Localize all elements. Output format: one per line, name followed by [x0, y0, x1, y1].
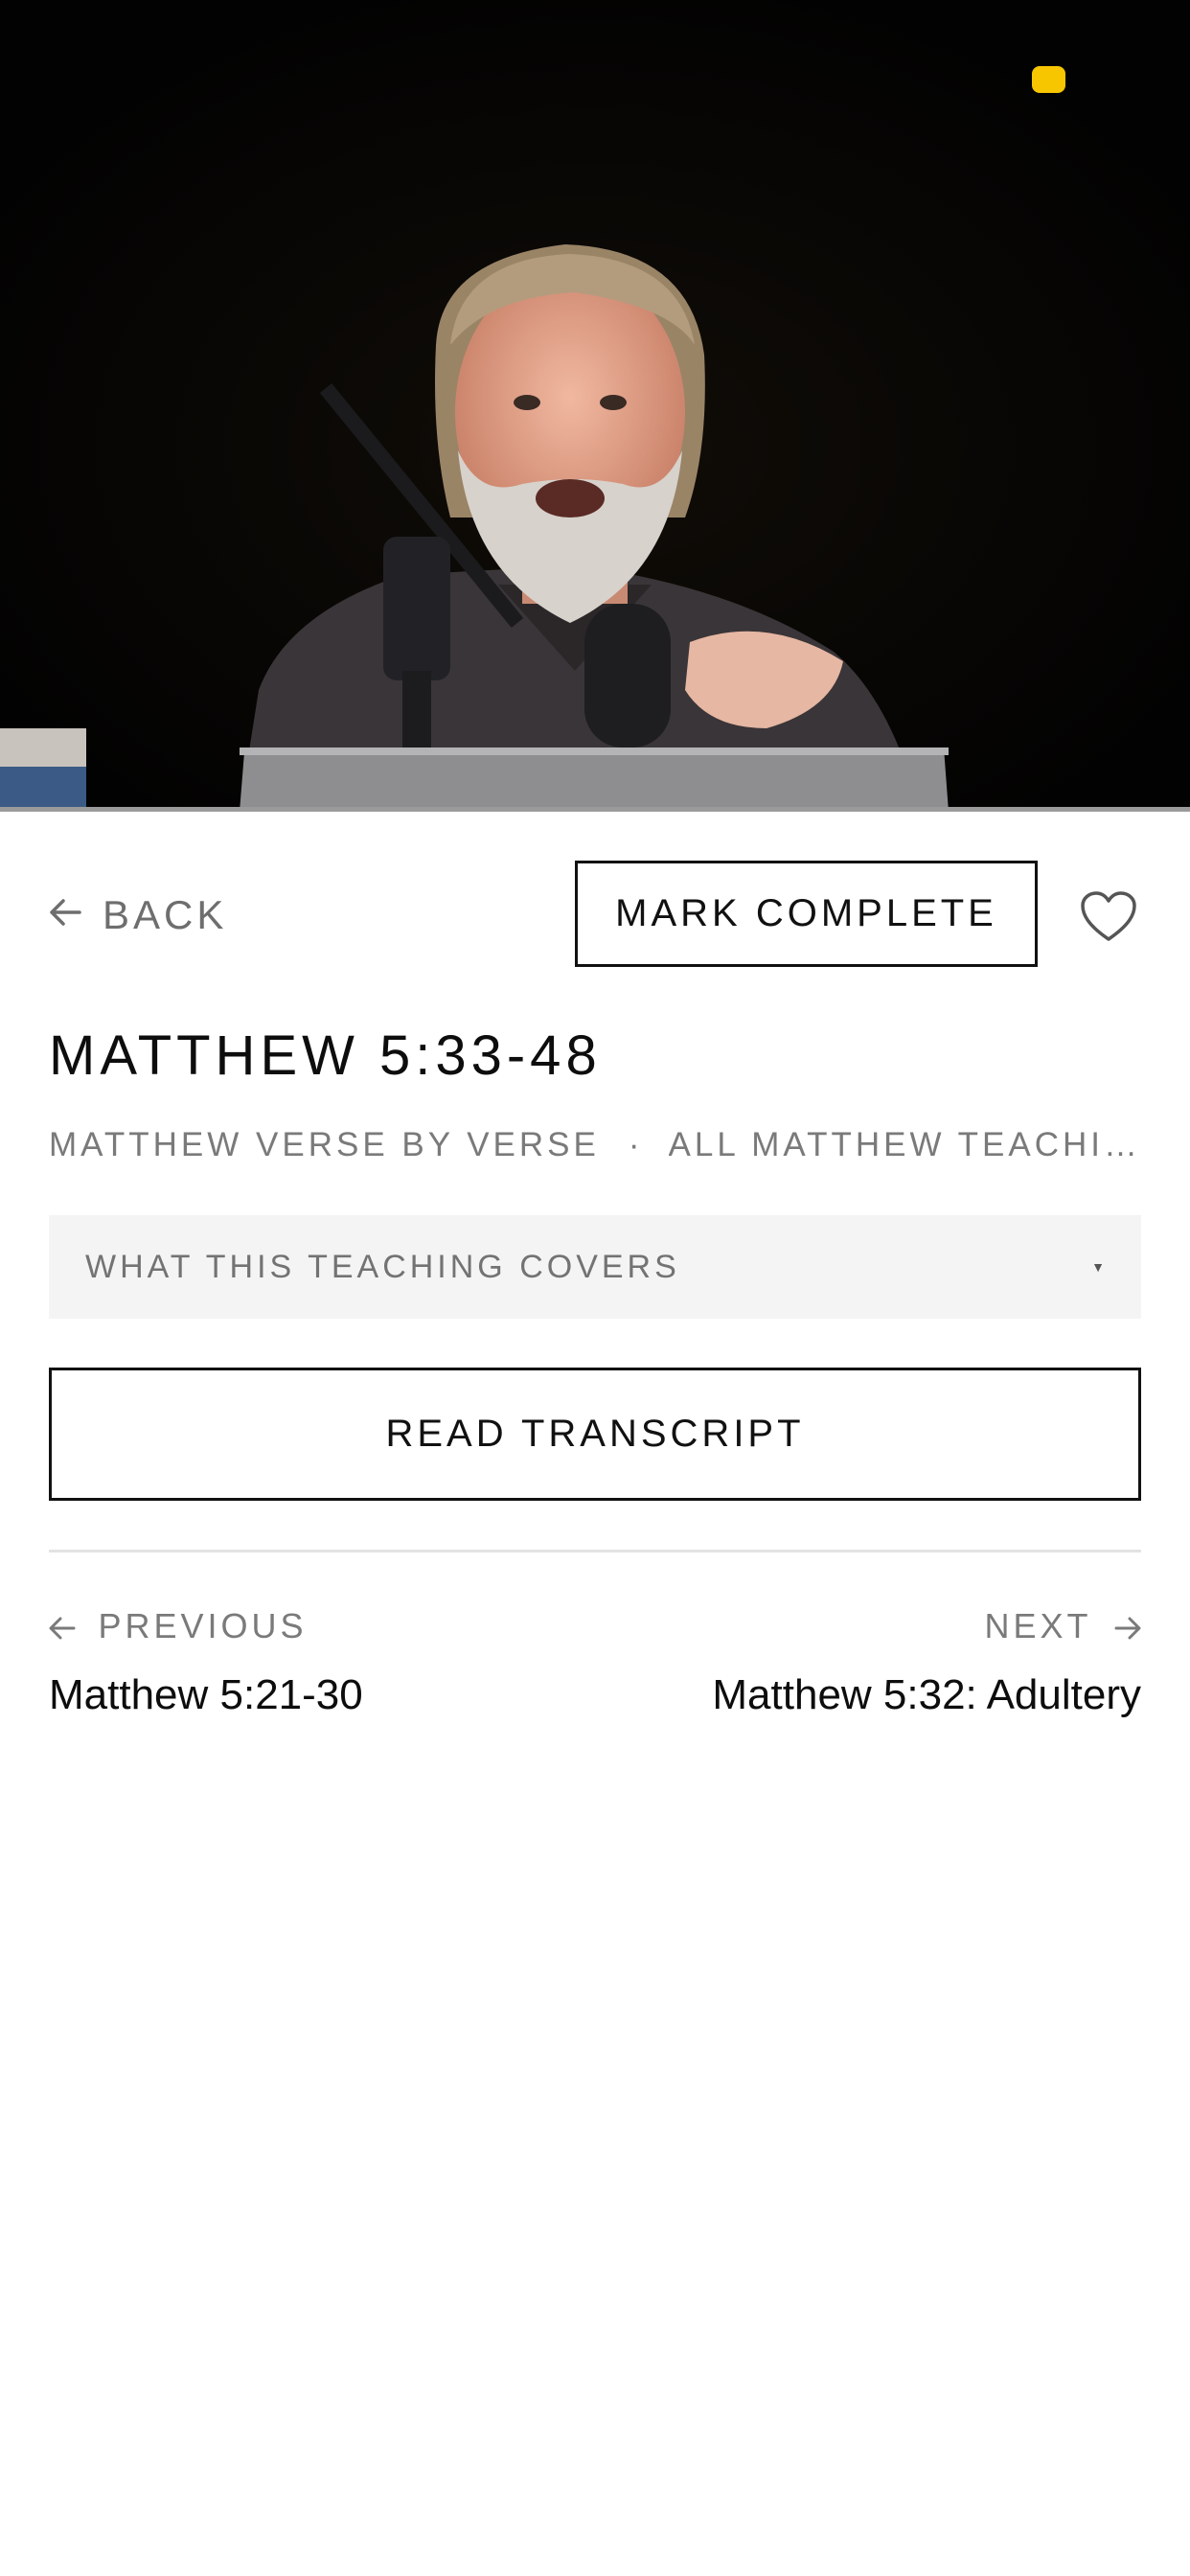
previous-kicker: PREVIOUS — [49, 1602, 585, 1650]
next-label: NEXT — [984, 1606, 1092, 1645]
arrow-left-icon — [49, 1609, 98, 1645]
section-divider — [49, 1550, 1141, 1552]
video-player[interactable] — [0, 0, 1190, 812]
video-frame-image — [0, 0, 1190, 812]
next-teaching-link[interactable]: NEXT Matthew 5:32: Adultery — [605, 1602, 1141, 1719]
read-transcript-label: READ TRANSCRIPT — [385, 1413, 805, 1455]
next-teaching-title: Matthew 5:32: Adultery — [712, 1671, 1141, 1718]
teaching-covers-dropdown[interactable]: WHAT THIS TEACHING COVERS ▼ — [49, 1215, 1141, 1319]
teaching-covers-label: WHAT THIS TEACHING COVERS — [85, 1248, 680, 1285]
back-button[interactable]: BACK — [49, 891, 227, 939]
arrow-right-icon — [1092, 1609, 1141, 1645]
previous-teaching-link[interactable]: PREVIOUS Matthew 5:21-30 — [49, 1602, 585, 1719]
previous-teaching-title: Matthew 5:21-30 — [49, 1671, 363, 1718]
breadcrumb-series-link[interactable]: MATTHEW VERSE BY VERSE — [49, 1126, 600, 1164]
mark-complete-button[interactable]: MARK COMPLETE — [575, 861, 1038, 967]
caret-down-icon: ▼ — [1091, 1259, 1105, 1275]
breadcrumb: MATTHEW VERSE BY VERSE · ALL MATTHEW TEA… — [49, 1123, 1141, 1167]
live-indicator — [1032, 66, 1065, 93]
teaching-title: MATTHEW 5:33-48 — [49, 1024, 602, 1087]
read-transcript-button[interactable]: READ TRANSCRIPT — [49, 1368, 1141, 1501]
heart-icon[interactable] — [1080, 891, 1137, 943]
breadcrumb-collection-link[interactable]: ALL MATTHEW TEACHINGS — [669, 1126, 1141, 1164]
arrow-left-icon — [49, 895, 81, 936]
next-kicker: NEXT — [605, 1602, 1141, 1650]
back-label: BACK — [103, 892, 228, 937]
mark-complete-label: MARK COMPLETE — [615, 892, 997, 934]
breadcrumb-separator: · — [628, 1126, 640, 1163]
previous-label: PREVIOUS — [98, 1606, 308, 1645]
